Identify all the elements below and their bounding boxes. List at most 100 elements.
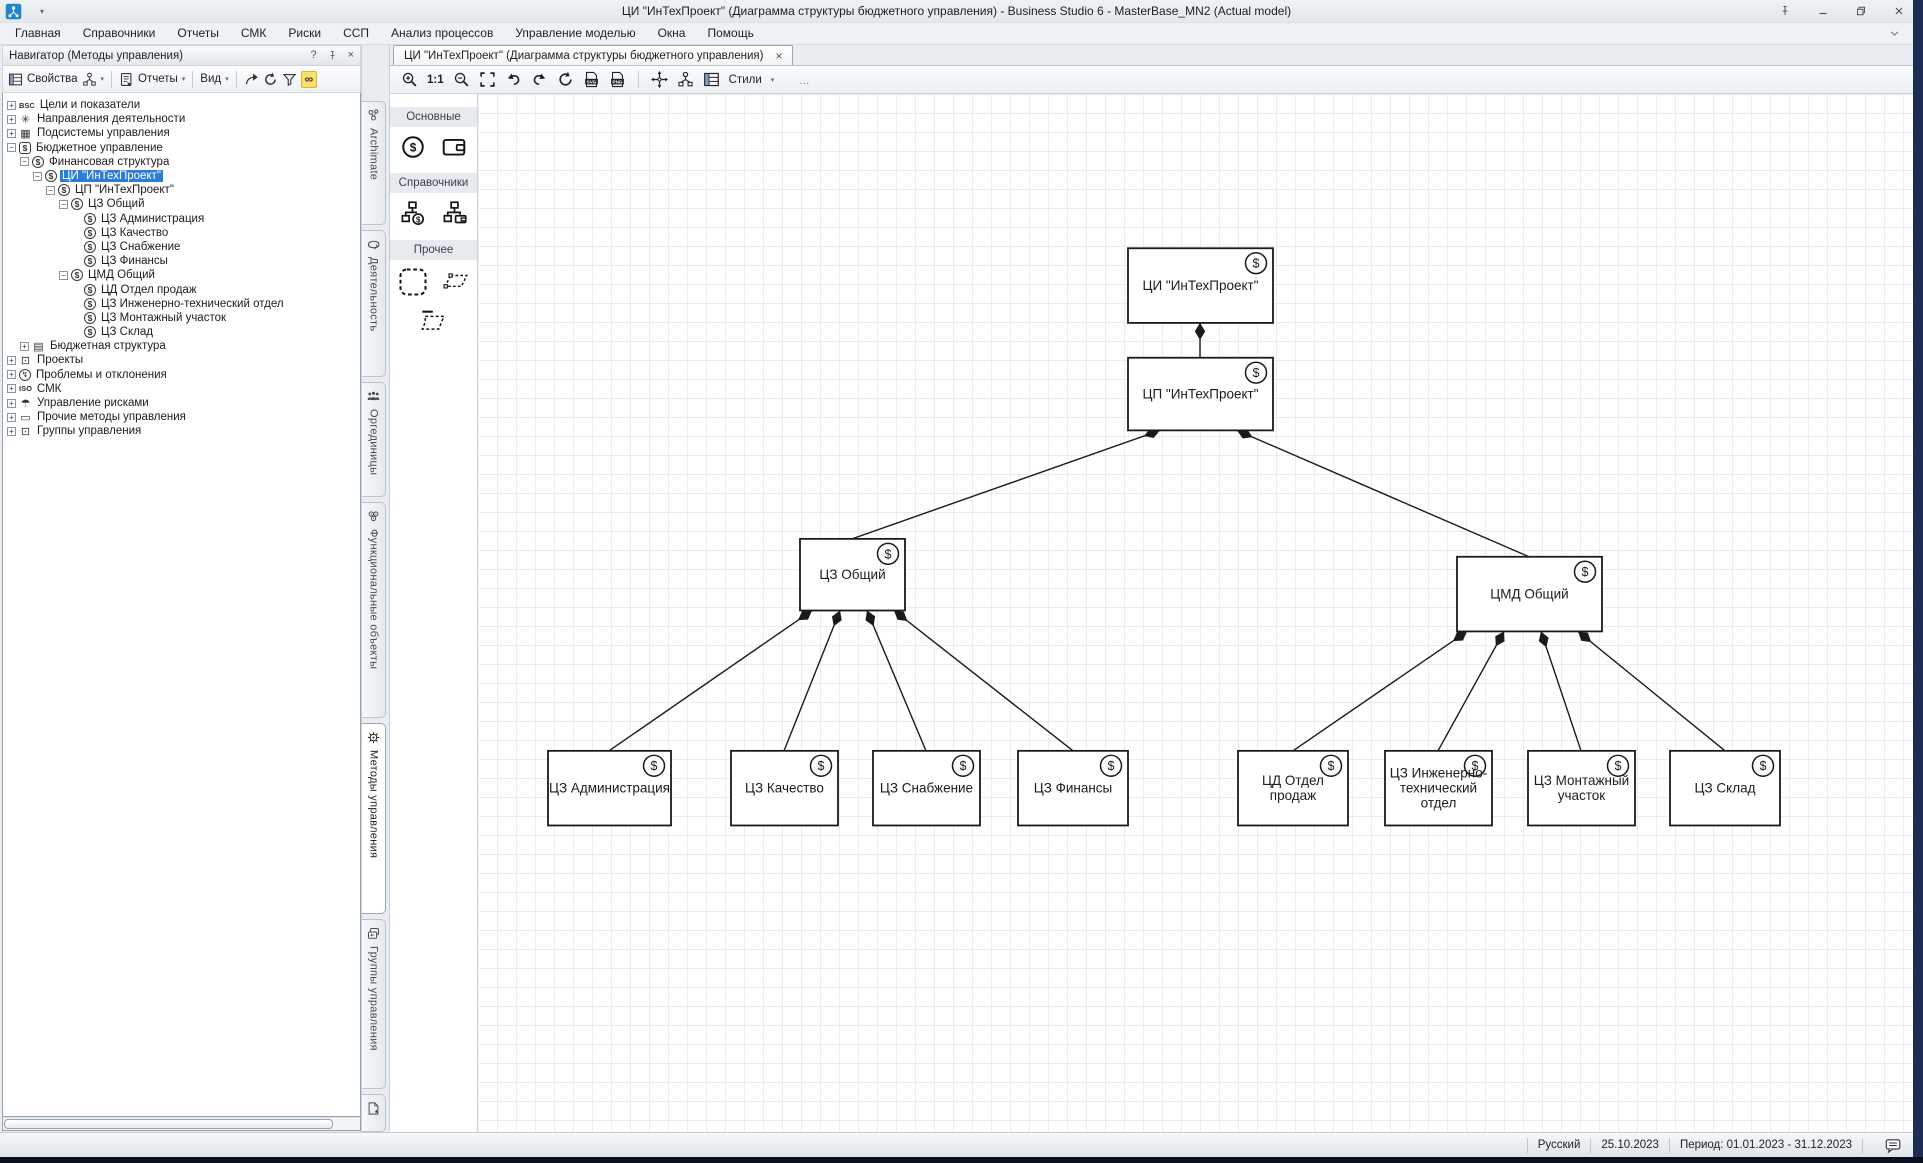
dashed-frame-icon[interactable] [420, 307, 448, 335]
org-wallet-icon[interactable] [441, 200, 468, 227]
diagram-node-itd[interactable]: $ЦЗ Инженерно-техническийотдел [1385, 751, 1492, 826]
chevron-down-icon[interactable]: ▾ [101, 75, 105, 83]
tree-item-label[interactable]: ЦЗ Склад [99, 326, 155, 338]
menu-item[interactable]: СМК [230, 23, 278, 44]
tree-item-label[interactable]: Бюджетная структура [48, 340, 168, 352]
tree-expander[interactable]: + [7, 101, 16, 110]
tree-item-label[interactable]: ЦЗ Монтажный участок [99, 312, 228, 324]
tree-expander[interactable]: + [7, 427, 16, 436]
refresh-icon[interactable] [557, 71, 574, 88]
diagram-edge[interactable] [852, 430, 1160, 538]
report-icon[interactable] [119, 72, 134, 87]
styles-button[interactable]: Стили [729, 74, 762, 86]
quick-access-dropdown-icon[interactable]: ▾ [40, 7, 44, 16]
share-arrow-icon[interactable] [244, 72, 259, 87]
tree-expander[interactable]: + [7, 384, 16, 393]
export-png-icon[interactable] [609, 71, 626, 88]
chevron-down-icon[interactable]: ▾ [182, 75, 186, 83]
tree-expander[interactable]: − [20, 157, 29, 166]
side-tab-функциональные-объекты[interactable]: Функциональные объекты [362, 502, 386, 719]
menu-item[interactable]: Отчеты [166, 23, 229, 44]
tree-item-label[interactable]: ЦЗ Снабжение [99, 241, 182, 253]
diagram-node-cp[interactable]: $ЦП "ИнТехПроект" [1128, 358, 1273, 431]
link-chain-icon[interactable]: ∞ [301, 71, 318, 88]
redo-icon[interactable] [531, 71, 548, 88]
tree-item[interactable]: −$ЦП "ИнТехПроект" [3, 183, 360, 197]
tree-item-label[interactable]: Прочие методы управления [35, 411, 188, 423]
pan-icon[interactable] [651, 71, 668, 88]
tree-item-label[interactable]: Группы управления [35, 425, 143, 437]
tree-item[interactable]: −$ЦИ "ИнТехПроект" [3, 169, 360, 183]
ribbon-collapse-icon[interactable] [1888, 27, 1901, 40]
tree-item[interactable]: $ЦЗ Склад [3, 325, 360, 339]
tree-item-label[interactable]: ЦИ "ИнТехПроект" [60, 170, 163, 182]
diagram-node-otd[interactable]: $ЦД Отделпродаж [1238, 751, 1348, 826]
menu-item[interactable]: Управление моделью [504, 23, 646, 44]
view-button[interactable]: Вид [200, 73, 221, 85]
properties-grid-icon[interactable] [8, 72, 23, 87]
diagram-edge[interactable] [609, 611, 812, 751]
tree-item[interactable]: +↯Проблемы и отклонения [3, 368, 360, 382]
tree-item-label[interactable]: Направления деятельности [35, 113, 187, 125]
tree-item[interactable]: $ЦЗ Монтажный участок [3, 311, 360, 325]
filter-funnel-icon[interactable] [282, 72, 297, 87]
tree-item[interactable]: $ЦЗ Финансы [3, 254, 360, 268]
tree-item-label[interactable]: ЦД Отдел продаж [99, 284, 199, 296]
diagram-node-snab[interactable]: $ЦЗ Снабжение [873, 751, 980, 826]
tree-expander[interactable]: + [7, 413, 16, 422]
tree-expander[interactable]: + [7, 356, 16, 365]
diagram-edge[interactable] [1578, 631, 1725, 750]
pin-icon[interactable] [327, 50, 338, 61]
dashed-parallelogram-icon[interactable] [443, 269, 469, 295]
tree-item[interactable]: −$ЦЗ Общий [3, 197, 360, 211]
hierarchy-icon[interactable] [82, 72, 97, 87]
side-tab-оргединицы[interactable]: Оргединицы [362, 382, 386, 496]
tree-item-label[interactable]: Проблемы и отклонения [34, 369, 169, 381]
tree-item-label[interactable]: ЦМД Общий [86, 269, 157, 281]
tree-item[interactable]: +⊡Проекты [3, 353, 360, 367]
tree-item-label[interactable]: ЦЗ Администрация [99, 213, 206, 225]
tree-item-label[interactable]: Подсистемы управления [35, 127, 172, 139]
tree-expander[interactable]: + [7, 399, 16, 408]
diagram-node-skl[interactable]: $ЦЗ Склад [1670, 751, 1780, 826]
close-icon[interactable] [1893, 5, 1905, 17]
side-tab-new-page[interactable] [362, 1094, 386, 1132]
undo-icon[interactable] [505, 71, 522, 88]
diagram-node-adm[interactable]: $ЦЗ Администрация [548, 751, 671, 826]
tree-expander[interactable]: + [7, 370, 16, 379]
chevron-down-icon[interactable]: ▾ [225, 75, 229, 83]
menu-item[interactable]: Риски [277, 23, 332, 44]
hierarchy-icon[interactable] [677, 71, 694, 88]
tree-item[interactable]: $ЦЗ Снабжение [3, 240, 360, 254]
menu-item[interactable]: Анализ процессов [380, 23, 504, 44]
diagram-edge[interactable] [1237, 430, 1529, 556]
tree-item[interactable]: +ISOСМК [3, 382, 360, 396]
tree-item[interactable]: −$ЦМД Общий [3, 268, 360, 282]
tree-item[interactable]: +BSCЦели и показатели [3, 98, 360, 112]
tree-item[interactable]: +✳Направления деятельности [3, 112, 360, 126]
menu-item[interactable]: ССП [332, 23, 380, 44]
tree-item[interactable]: $ЦЗ Администрация [3, 212, 360, 226]
wallet-icon[interactable] [441, 134, 467, 160]
close-icon[interactable]: × [348, 47, 354, 64]
tree-item-label[interactable]: Управление рисками [35, 397, 151, 409]
help-icon[interactable]: ? [310, 47, 316, 64]
diagram-edge[interactable] [867, 611, 926, 751]
tree-expander[interactable]: + [20, 342, 29, 351]
zoom-out-icon[interactable] [453, 71, 470, 88]
refresh-icon[interactable] [263, 72, 278, 87]
tree-item-label[interactable]: ЦЗ Качество [99, 227, 170, 239]
chevron-down-icon[interactable]: ▾ [771, 76, 775, 84]
tree-item-label[interactable]: Финансовая структура [47, 156, 171, 168]
tree-expander[interactable]: + [7, 129, 16, 138]
properties-button[interactable]: Свойства [27, 73, 78, 85]
properties-grid-icon[interactable] [703, 71, 720, 88]
tree-item[interactable]: $ЦЗ Качество [3, 226, 360, 240]
tree-item-label[interactable]: Проекты [35, 354, 85, 366]
diagram-tab[interactable]: ЦИ "ИнТехПроект" (Диаграмма структуры бю… [393, 45, 793, 65]
tree-item[interactable]: $ЦД Отдел продаж [3, 282, 360, 296]
minimize-icon[interactable] [1817, 5, 1829, 17]
diagram-node-kach[interactable]: $ЦЗ Качество [731, 751, 838, 826]
menu-item[interactable]: Справочники [72, 23, 167, 44]
horizontal-scrollbar[interactable] [2, 1117, 361, 1131]
